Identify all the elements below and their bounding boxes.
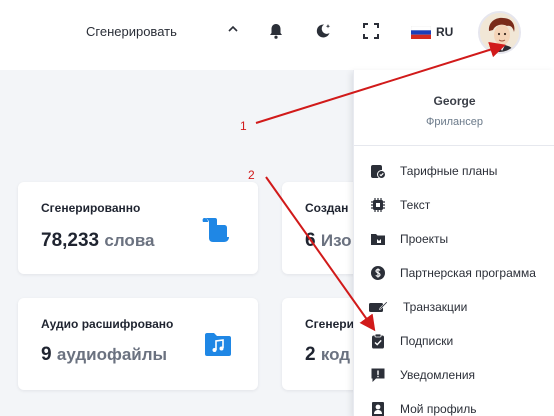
annotation-arrow-2 [265, 176, 376, 332]
annotation-arrows [255, 41, 506, 332]
annotation-arrow-1 [255, 41, 506, 124]
